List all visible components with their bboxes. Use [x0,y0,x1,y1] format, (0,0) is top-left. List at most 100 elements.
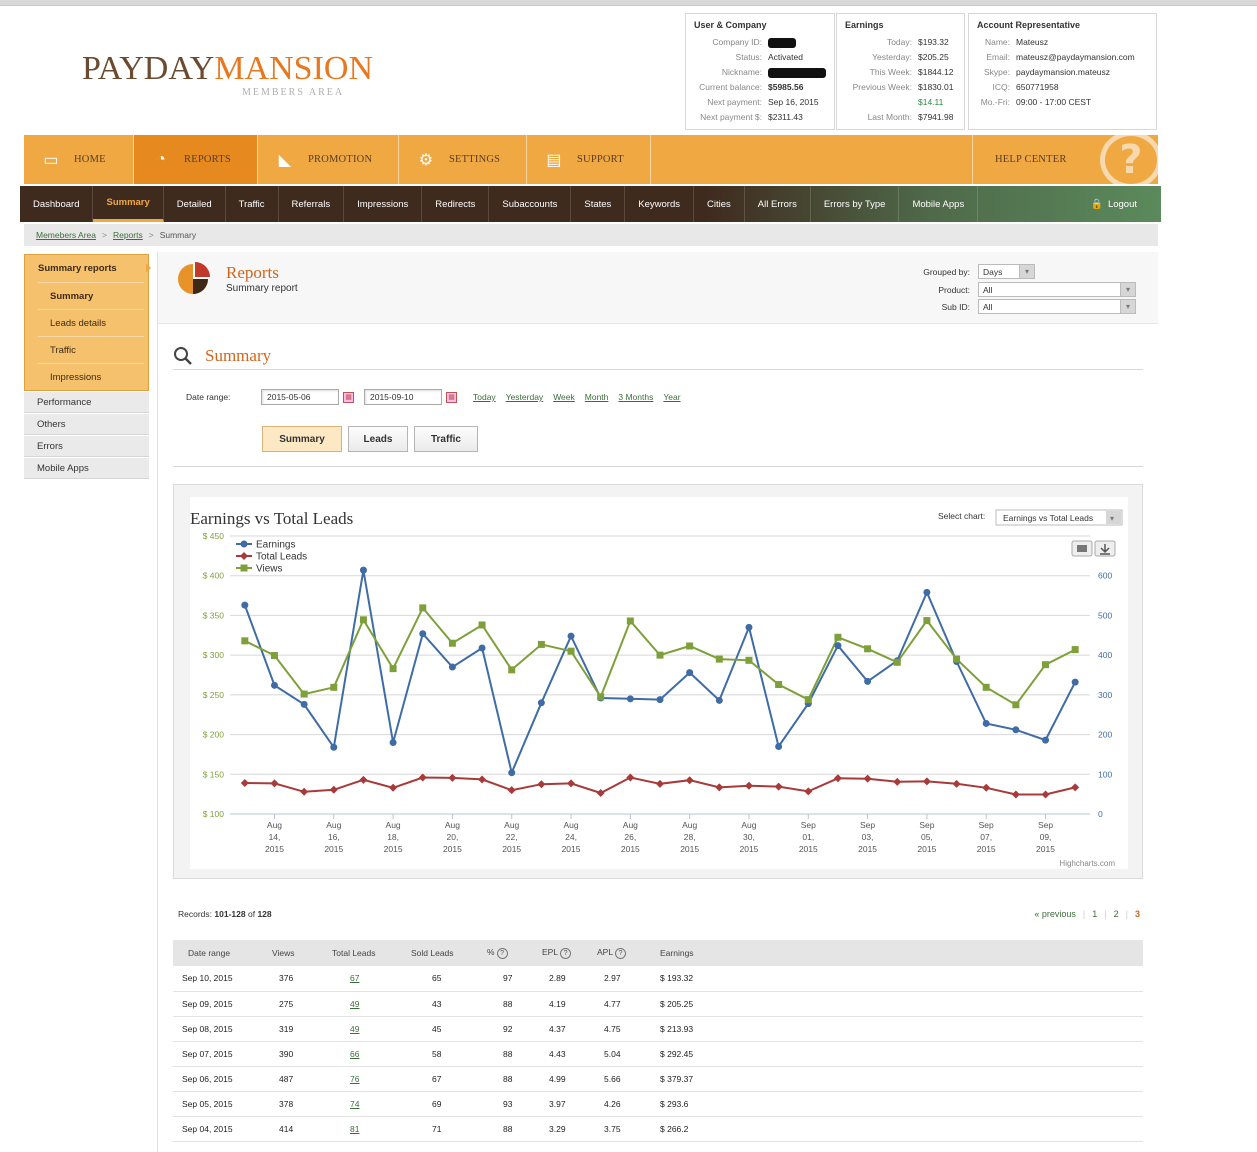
col-views[interactable]: Views [257,940,317,966]
table-cell[interactable]: 74 [317,1091,396,1117]
sidebar-item-mobile-apps[interactable]: Mobile Apps [24,458,149,479]
data-point-total-leads[interactable] [329,785,338,794]
data-point-earnings[interactable] [389,739,397,747]
tab-summary[interactable]: Summary [262,426,342,452]
data-point-total-leads[interactable] [478,775,487,784]
data-point-views[interactable] [804,696,812,704]
help-icon[interactable]: ? [615,948,627,959]
product-select[interactable]: All ▾ [978,282,1136,297]
data-point-total-leads[interactable] [982,783,991,792]
data-point-earnings[interactable] [478,644,486,652]
help-icon[interactable]: ? [560,948,572,959]
highcharts-credit[interactable]: Highcharts.com [1059,859,1115,868]
quick-range-month[interactable]: Month [585,392,609,402]
data-point-earnings[interactable] [537,699,545,707]
data-point-views[interactable] [982,683,990,691]
legend-label[interactable]: Views [256,564,283,575]
data-point-views[interactable] [597,693,605,701]
table-cell[interactable]: 49 [317,1016,396,1042]
breadcrumb-members-area[interactable]: Memebers Area [36,230,96,240]
calendar-icon[interactable]: ▦ [343,391,354,403]
subnav-item-states[interactable]: States [571,186,626,222]
data-point-total-leads[interactable] [715,783,724,792]
data-point-earnings[interactable] [686,669,694,677]
data-point-earnings[interactable] [923,588,931,596]
sidebar-item-others[interactable]: Others [24,414,149,435]
data-point-views[interactable] [775,681,783,689]
data-point-earnings[interactable] [1071,678,1079,686]
table-cell[interactable]: 67 [317,966,396,992]
data-point-earnings[interactable] [567,632,575,640]
subnav-item-summary[interactable]: Summary [93,186,164,222]
table-cell[interactable]: 81 [317,1116,396,1142]
data-point-total-leads[interactable] [744,781,753,790]
data-point-earnings[interactable] [626,695,634,703]
col-total-leads[interactable]: Total Leads [317,940,396,966]
data-point-earnings[interactable] [864,677,872,685]
legend-label[interactable]: Earnings [256,540,295,551]
data-point-views[interactable] [923,617,931,625]
data-point-earnings[interactable] [715,696,723,704]
tab-leads[interactable]: Leads [348,426,408,452]
sidebar-item-errors[interactable]: Errors [24,436,149,457]
data-point-views[interactable] [656,651,664,659]
data-point-views[interactable] [745,656,753,664]
data-point-views[interactable] [330,683,338,691]
quick-range-week[interactable]: Week [553,392,575,402]
data-point-total-leads[interactable] [240,779,249,788]
sidebar-item-leads-details[interactable]: Leads details [38,309,144,336]
data-point-total-leads[interactable] [656,779,664,788]
data-point-total-leads[interactable] [537,780,546,789]
data-point-total-leads[interactable] [1011,790,1020,799]
data-point-earnings[interactable] [270,681,278,689]
data-point-total-leads[interactable] [596,788,605,797]
data-point-views[interactable] [567,647,575,655]
data-point-total-leads[interactable] [567,779,576,788]
date-from-input[interactable]: 2015-05-06 [261,389,339,405]
quick-range-3-months[interactable]: 3 Months [618,392,653,402]
subnav-item-detailed[interactable]: Detailed [164,186,226,222]
data-point-total-leads[interactable] [685,776,694,785]
data-point-views[interactable] [241,637,249,645]
data-point-views[interactable] [270,652,278,660]
subnav-item-mobile-apps[interactable]: Mobile Apps [899,186,979,222]
data-point-views[interactable] [686,642,694,650]
quick-range-year[interactable]: Year [663,392,680,402]
data-point-views[interactable] [715,655,723,663]
data-point-total-leads[interactable] [922,777,931,786]
data-point-views[interactable] [537,640,545,648]
data-point-earnings[interactable] [359,566,367,574]
data-point-views[interactable] [1071,646,1079,654]
data-point-views[interactable] [864,645,872,653]
subnav-item-redirects[interactable]: Redirects [422,186,490,222]
data-point-earnings[interactable] [1012,726,1020,734]
sidebar-item-performance[interactable]: Performance [24,392,149,413]
pager-previous[interactable]: « previous [1034,909,1076,919]
data-point-views[interactable] [1042,661,1050,669]
nav-reports[interactable]: ◔ REPORTS [134,135,258,184]
sidebar-item-impressions[interactable]: Impressions [38,363,144,390]
quick-range-today[interactable]: Today [473,392,496,402]
data-point-earnings[interactable] [1042,736,1050,744]
data-point-earnings[interactable] [448,663,456,671]
data-point-earnings[interactable] [300,700,308,708]
subnav-item-keywords[interactable]: Keywords [625,186,695,222]
col-date-range[interactable]: Date range [173,940,257,966]
data-point-earnings[interactable] [982,719,990,727]
sidebar-group-title[interactable]: Summary reports [25,255,151,282]
subnav-item-all-errors[interactable]: All Errors [745,186,811,222]
nav-help-center[interactable]: HELP CENTER ? [972,135,1158,184]
data-point-total-leads[interactable] [1071,783,1080,792]
data-point-total-leads[interactable] [952,779,961,788]
data-point-earnings[interactable] [508,769,516,777]
subnav-item-traffic[interactable]: Traffic [226,186,279,222]
data-point-views[interactable] [1012,701,1020,709]
data-point-total-leads[interactable] [300,787,309,796]
grouped-by-select[interactable]: Days ▾ [978,264,1035,279]
nav-home[interactable]: ▭ HOME [24,135,134,184]
data-point-earnings[interactable] [834,642,842,650]
sidebar-item-summary[interactable]: Summary [38,282,144,309]
subid-select[interactable]: All ▾ [978,299,1136,314]
data-point-total-leads[interactable] [448,773,457,782]
data-point-total-leads[interactable] [893,777,902,786]
